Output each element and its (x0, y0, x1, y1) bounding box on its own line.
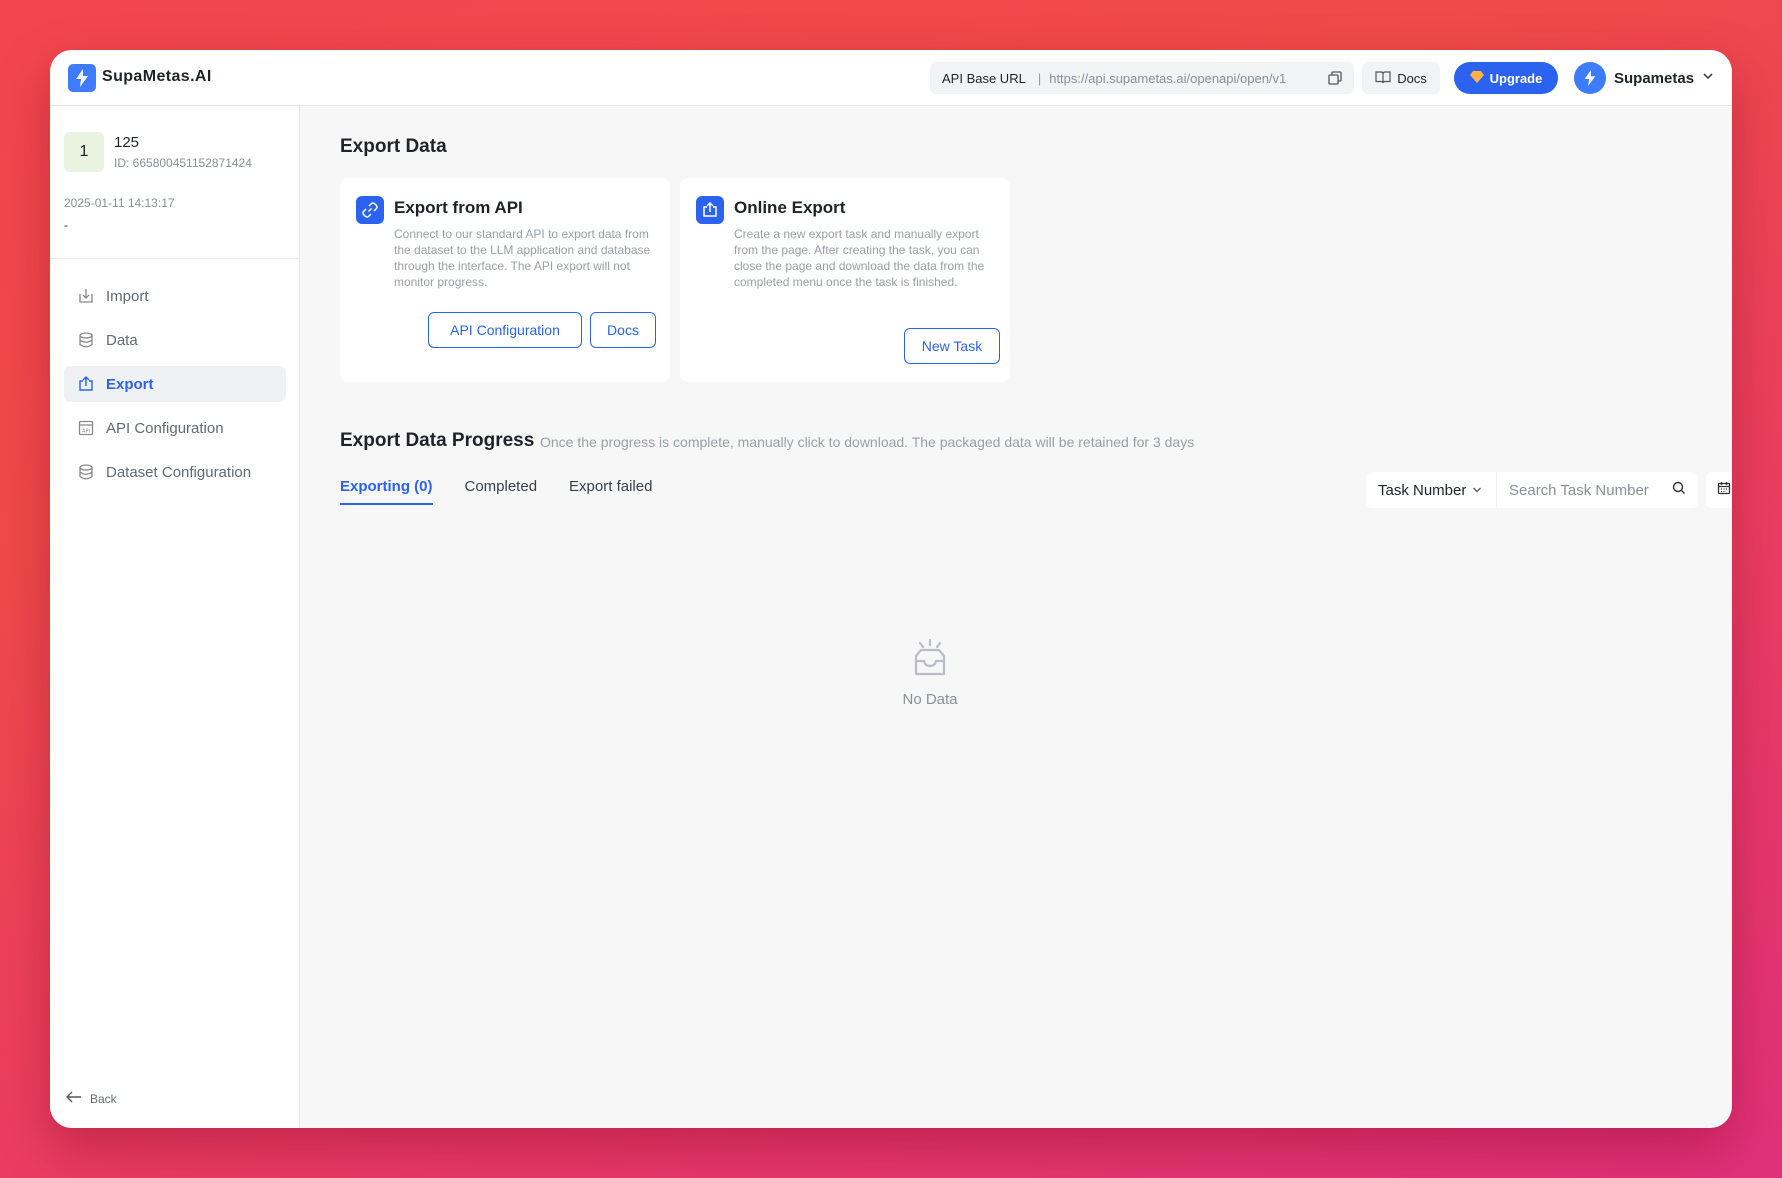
card-title: Export from API (394, 198, 523, 217)
top-bar: SupaMetas.AI API Base URL | https://api.… (50, 50, 1732, 106)
card-description: Connect to our standard API to export da… (394, 227, 651, 289)
sidebar-item-import[interactable]: Import (64, 278, 286, 314)
database-icon (78, 464, 94, 480)
arrow-left-icon (66, 1091, 82, 1106)
sidebar: 1 125 ID: 665800451152871424 2025-01-11 … (50, 106, 300, 1128)
book-icon (1375, 70, 1391, 87)
export-icon (696, 196, 724, 224)
svg-text:API: API (82, 429, 90, 435)
sidebar-item-label: Dataset Configuration (106, 463, 252, 481)
sidebar-item-label: API Configuration (106, 419, 224, 437)
tab-export-failed[interactable]: Export failed (569, 478, 652, 505)
sidebar-item-data[interactable]: Data (64, 322, 286, 358)
api-base-url: https://api.supametas.ai/openapi/open/v1 (1049, 70, 1287, 86)
link-icon (356, 196, 384, 224)
sidebar-item-label: Data (106, 331, 138, 349)
chevron-down-icon (1472, 482, 1482, 499)
task-search-box (1496, 472, 1698, 508)
date-filter-button[interactable] (1706, 472, 1732, 508)
back-label: Back (90, 1091, 117, 1106)
search-input[interactable] (1509, 481, 1672, 499)
app-window: SupaMetas.AI API Base URL | https://api.… (50, 50, 1732, 1128)
tab-exporting[interactable]: Exporting (0) (340, 478, 433, 505)
api-base-url-box: API Base URL | https://api.supametas.ai/… (930, 62, 1354, 94)
app-name: SupaMetas.AI (102, 68, 212, 85)
sidebar-item-label: Import (106, 287, 149, 305)
empty-text: No Data (902, 691, 958, 708)
database-icon (78, 332, 94, 348)
logo-icon (68, 64, 96, 92)
user-name: Supametas (1614, 69, 1695, 87)
tab-completed[interactable]: Completed (465, 478, 538, 505)
dataset-created-date: 2025-01-11 14:13:17 (64, 196, 175, 210)
calendar-icon (1717, 481, 1731, 500)
copy-icon[interactable] (1328, 71, 1342, 85)
export-from-api-card: Export from API Connect to our standard … (340, 178, 670, 382)
main-content: Export Data Export from API Connect to o… (300, 106, 1732, 1128)
sidebar-divider (50, 258, 299, 259)
user-menu[interactable]: Supametas (1574, 62, 1714, 94)
import-icon (78, 288, 94, 304)
new-task-button[interactable]: New Task (904, 328, 1000, 364)
online-export-card: Online Export Create a new export task a… (680, 178, 1010, 382)
dataset-id: ID: 665800451152871424 (114, 156, 252, 170)
sidebar-item-export[interactable]: Export (64, 366, 286, 402)
card-description: Create a new export task and manually ex… (734, 227, 985, 289)
empty-state: No Data (870, 638, 990, 708)
dataset-name: 125 (114, 134, 140, 151)
empty-inbox-icon (908, 638, 952, 684)
filter-select-label: Task Number (1378, 481, 1467, 499)
docs-label: Docs (1397, 70, 1427, 86)
export-icon (78, 376, 94, 392)
page-title: Export Data (340, 136, 447, 157)
sidebar-item-api-configuration[interactable]: API API Configuration (64, 410, 286, 446)
upgrade-label: Upgrade (1489, 70, 1543, 86)
diamond-icon (1469, 70, 1484, 87)
search-icon[interactable] (1672, 481, 1686, 500)
sidebar-item-label: Export (106, 375, 154, 393)
upgrade-button[interactable]: Upgrade (1454, 62, 1558, 94)
sidebar-item-dataset-configuration[interactable]: Dataset Configuration (64, 454, 286, 490)
api-icon: API (78, 420, 94, 436)
progress-title: Export Data Progress (340, 430, 535, 451)
dataset-badge: 1 (64, 132, 104, 172)
progress-tabs: Exporting (0) Completed Export failed (340, 478, 652, 505)
docs-button[interactable]: Docs (1362, 62, 1440, 94)
card-title: Online Export (734, 198, 846, 217)
back-link[interactable]: Back (66, 1091, 117, 1106)
api-configuration-button[interactable]: API Configuration (428, 312, 582, 348)
chevron-down-icon (1702, 69, 1714, 87)
api-base-separator: | (1037, 70, 1042, 86)
progress-subtitle: Once the progress is complete, manually … (540, 434, 1195, 450)
api-base-label: API Base URL (942, 70, 1026, 86)
dataset-description: - (64, 218, 68, 232)
sidebar-nav: Import Data Export API API Configuration (64, 278, 286, 498)
avatar (1574, 62, 1606, 94)
docs-card-button[interactable]: Docs (590, 312, 656, 348)
task-filter-select[interactable]: Task Number (1366, 472, 1496, 508)
